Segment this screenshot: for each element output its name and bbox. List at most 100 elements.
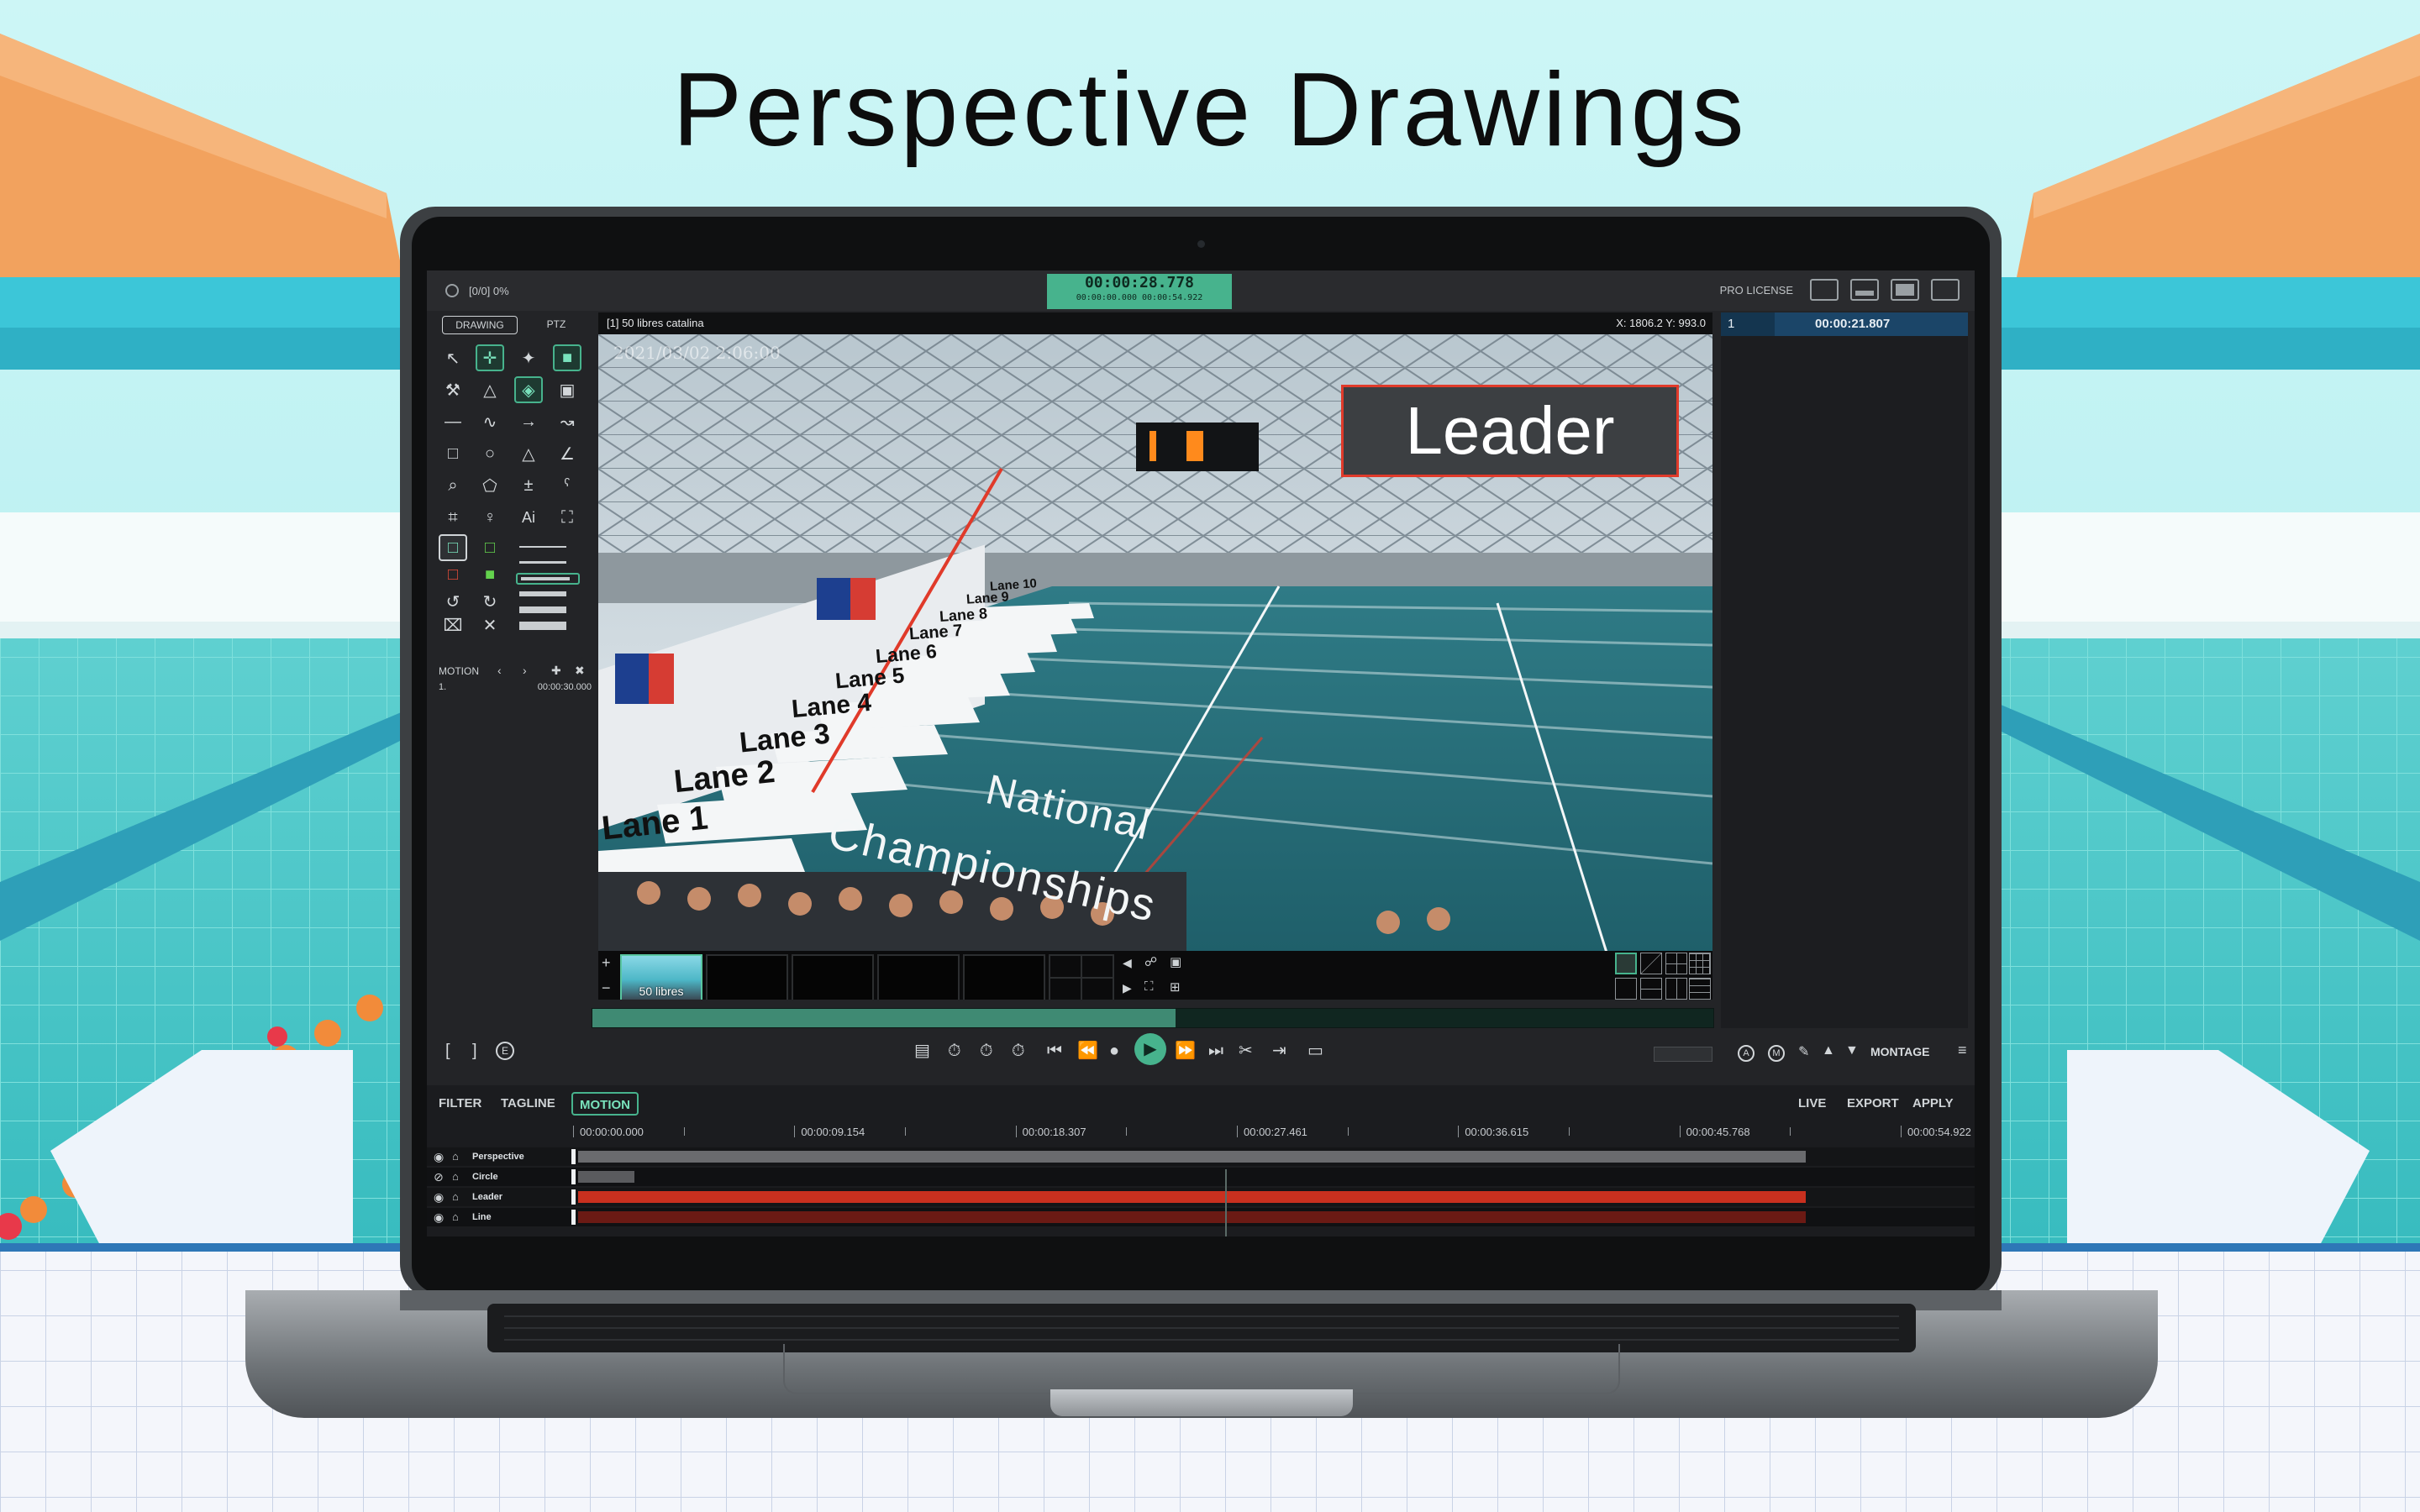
clip-list-item[interactable]: 1 00:00:21.807 — [1721, 312, 1968, 336]
track-start-handle[interactable] — [571, 1210, 576, 1225]
tab-tagline[interactable]: TAGLINE — [501, 1092, 555, 1116]
track-bar[interactable] — [578, 1151, 1807, 1163]
timeline-ruler[interactable]: 00:00:00.000 00:00:09.154 00:00:18.307 00:0… — [573, 1122, 1971, 1142]
track-start-handle[interactable] — [571, 1169, 576, 1184]
skip-start-icon[interactable]: ⏮ — [1047, 1042, 1062, 1060]
wave-arrow-icon[interactable]: ↝ — [553, 408, 581, 435]
bracket-right-icon[interactable]: ] — [472, 1042, 477, 1060]
timeline-track[interactable]: ◉ ⌂ Perspective — [427, 1147, 1975, 1166]
stroke-red-icon[interactable]: □ — [439, 561, 467, 588]
clip-thumbnail[interactable]: 50 libres — [620, 954, 702, 1000]
track-bar[interactable] — [578, 1211, 1807, 1223]
remove-clip-icon[interactable]: − — [602, 979, 611, 997]
live-button[interactable]: LIVE — [1798, 1092, 1826, 1116]
arrow-icon[interactable]: → — [514, 408, 543, 435]
timeline-track[interactable]: ◉ ⌂ Line — [427, 1208, 1975, 1226]
crop-icon[interactable]: ⌗ — [439, 504, 467, 531]
tab-filter[interactable]: FILTER — [439, 1092, 481, 1116]
timeline-track[interactable]: ◉ ⌂ Leader — [427, 1188, 1975, 1206]
add-box-icon[interactable]: ⊞ — [1170, 979, 1181, 995]
add-clip-icon[interactable]: + — [602, 954, 611, 972]
clip-grid-slot[interactable] — [1049, 954, 1114, 1000]
thumb-prev-icon[interactable]: ◀ — [1123, 956, 1132, 970]
playhead[interactable] — [1225, 1169, 1227, 1236]
move-down-icon[interactable]: ▼ — [1845, 1043, 1859, 1058]
layout-full-icon[interactable] — [1931, 279, 1960, 301]
stroke-width-4[interactable] — [519, 591, 566, 596]
a-circle-icon[interactable]: A — [1738, 1045, 1754, 1062]
layout-d-icon[interactable] — [1689, 978, 1711, 1000]
calendar-icon[interactable]: ▤ — [914, 1042, 930, 1060]
magnifier-icon[interactable]: ⌕ — [439, 472, 467, 499]
motion-next-icon[interactable]: › — [523, 664, 527, 677]
eye-icon[interactable]: ◉ — [434, 1210, 444, 1225]
grid-4-icon[interactable] — [1665, 953, 1687, 974]
layout-single-icon[interactable] — [1810, 279, 1839, 301]
layout-a-icon[interactable] — [1615, 978, 1637, 1000]
layout-c-icon[interactable] — [1665, 978, 1687, 1000]
tab-ptz[interactable]: PTZ — [531, 316, 581, 334]
scissors-icon[interactable]: ✂ — [1239, 1042, 1253, 1060]
tab-drawing[interactable]: DRAWING — [442, 316, 518, 334]
pointer-icon[interactable]: ↖ — [439, 344, 467, 371]
counter-icon[interactable]: ± — [514, 472, 543, 499]
e-circle-icon[interactable]: E — [496, 1042, 514, 1060]
lock-icon[interactable]: ⌂ — [452, 1150, 459, 1163]
focus-icon[interactable]: ⛶ — [553, 504, 581, 531]
motion-keyframe-row[interactable]: 1. 00:00:30.000 — [439, 682, 592, 692]
leader-label[interactable]: Leader — [1341, 385, 1679, 477]
grid-diagonal-icon[interactable] — [1640, 953, 1662, 974]
stop-icon[interactable]: ● — [1109, 1042, 1119, 1060]
polygon-icon[interactable]: ⬠ — [476, 472, 504, 499]
tab-motion[interactable]: MOTION — [571, 1092, 639, 1116]
curve-icon[interactable]: ∿ — [476, 408, 504, 435]
apply-button[interactable]: APPLY — [1912, 1092, 1954, 1116]
stroke-width-selected[interactable] — [516, 573, 580, 585]
track-start-handle[interactable] — [571, 1189, 576, 1205]
clip-slot[interactable] — [706, 954, 788, 1000]
stroke-width-2[interactable] — [519, 561, 566, 564]
motion-add-icon[interactable]: ✚ — [551, 664, 561, 678]
grid-1-icon[interactable] — [1615, 953, 1637, 974]
timer-2-icon[interactable]: ⏱ — [980, 1042, 993, 1060]
pencil-icon[interactable]: ✎ — [1798, 1043, 1809, 1060]
move-icon[interactable]: ✛ — [476, 344, 504, 371]
rewind-icon[interactable]: ⏪ — [1077, 1042, 1098, 1060]
track-start-handle[interactable] — [571, 1149, 576, 1164]
montage-button[interactable]: MONTAGE — [1870, 1045, 1930, 1058]
timeline-track[interactable]: ⊘ ⌂ Circle — [427, 1168, 1975, 1186]
stroke-color-icon[interactable]: □ — [439, 534, 467, 561]
expand-icon[interactable]: ⛶ — [1144, 979, 1154, 994]
fill-green-icon[interactable]: □ — [476, 534, 504, 561]
track-bar[interactable] — [578, 1191, 1807, 1203]
link-icon[interactable]: ☍ — [1144, 954, 1157, 969]
clear-icon[interactable]: ✕ — [476, 612, 504, 638]
clip-slot[interactable] — [963, 954, 1045, 1000]
export-button[interactable]: EXPORT — [1847, 1092, 1899, 1116]
m-circle-icon[interactable]: M — [1768, 1045, 1785, 1062]
volume-slider[interactable] — [1654, 1047, 1712, 1062]
clip-slot[interactable] — [877, 954, 960, 1000]
motion-prev-icon[interactable]: ‹ — [497, 664, 502, 677]
lock-icon[interactable]: ⌂ — [452, 1210, 459, 1223]
angle-icon[interactable]: ∠ — [553, 440, 581, 467]
motion-delete-icon[interactable]: ✖ — [575, 664, 585, 678]
sparkle-icon[interactable]: ✦ — [514, 344, 543, 371]
eye-hidden-icon[interactable]: ⊘ — [434, 1170, 444, 1184]
layout-split-icon[interactable] — [1891, 279, 1919, 301]
trash-icon[interactable]: ⌧ — [439, 612, 467, 638]
lock-icon[interactable]: ⌂ — [452, 1170, 459, 1183]
skip-end-icon[interactable]: ⏭ — [1208, 1042, 1223, 1060]
perspective-grid-icon[interactable]: △ — [476, 376, 504, 403]
menu-icon[interactable]: ≡ — [1958, 1042, 1967, 1059]
bracket-left-icon[interactable]: [ — [445, 1042, 450, 1060]
layout-bottom-icon[interactable] — [1850, 279, 1879, 301]
video-viewer[interactable]: [1] 50 libres catalina X: 1806.2 Y: 993.… — [598, 312, 1712, 1000]
split-arrow-icon[interactable]: ⇥ — [1272, 1042, 1286, 1060]
clip-slot[interactable] — [792, 954, 874, 1000]
magic-wand-icon[interactable]: ⚒ — [439, 376, 467, 403]
stroke-width-6[interactable] — [519, 622, 566, 630]
fill-solid-icon[interactable]: ■ — [476, 561, 504, 588]
stroke-width-1[interactable] — [519, 546, 566, 548]
grid-9-icon[interactable] — [1689, 953, 1711, 974]
